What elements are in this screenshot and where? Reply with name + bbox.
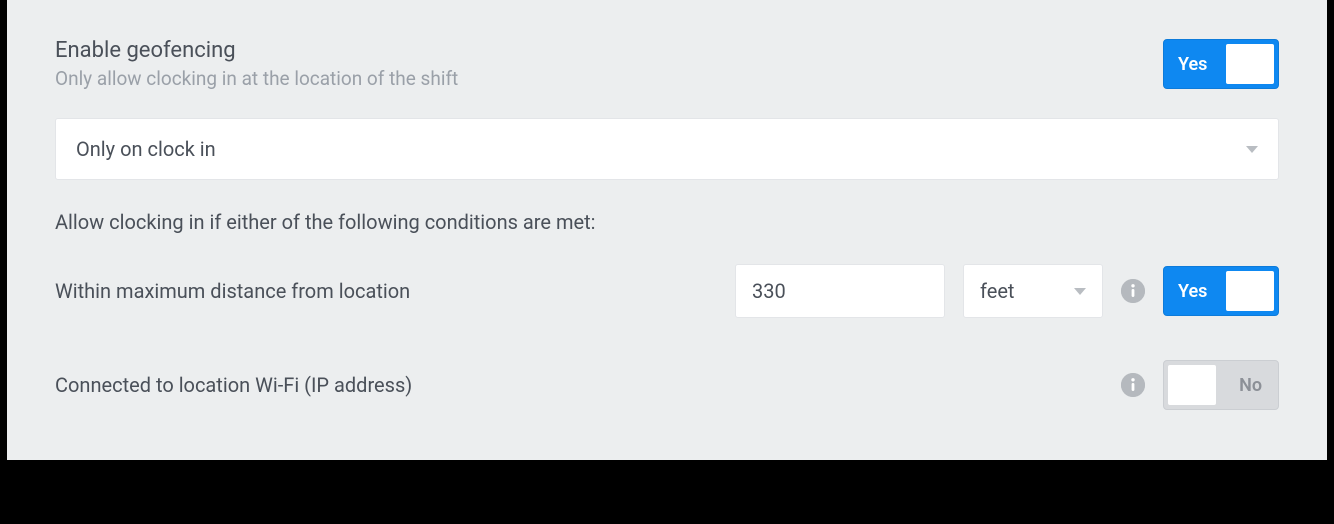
chevron-down-icon <box>1074 288 1086 295</box>
max-distance-row: Within maximum distance from location fe… <box>55 264 1279 318</box>
max-distance-input[interactable] <box>735 264 945 318</box>
info-icon[interactable] <box>1121 279 1145 303</box>
toggle-knob <box>1168 365 1216 405</box>
wifi-toggle[interactable]: No <box>1163 360 1279 410</box>
distance-unit-value: feet <box>980 279 1014 303</box>
enable-geofencing-title: Enable geofencing <box>55 38 1163 63</box>
toggle-label: Yes <box>1164 281 1207 302</box>
toggle-label: Yes <box>1164 54 1207 75</box>
max-distance-controls: feet Yes <box>735 264 1279 318</box>
enable-geofencing-subtitle: Only allow clocking in at the location o… <box>55 67 1163 90</box>
max-distance-label: Within maximum distance from location <box>55 279 735 303</box>
wifi-controls: No <box>1121 360 1279 410</box>
toggle-knob <box>1226 271 1274 311</box>
info-icon[interactable] <box>1121 373 1145 397</box>
enable-geofencing-toggle[interactable]: Yes <box>1163 39 1279 89</box>
enable-geofencing-row: Enable geofencing Only allow clocking in… <box>55 38 1279 90</box>
enable-geofencing-text: Enable geofencing Only allow clocking in… <box>55 38 1163 90</box>
wifi-label: Connected to location Wi-Fi (IP address) <box>55 373 1121 397</box>
max-distance-toggle[interactable]: Yes <box>1163 266 1279 316</box>
distance-unit-select[interactable]: feet <box>963 264 1103 318</box>
geofencing-mode-value: Only on clock in <box>76 137 216 161</box>
chevron-down-icon <box>1246 146 1258 153</box>
wifi-row: Connected to location Wi-Fi (IP address)… <box>55 360 1279 410</box>
geofencing-mode-select[interactable]: Only on clock in <box>55 118 1279 180</box>
geofencing-settings-panel: Enable geofencing Only allow clocking in… <box>7 0 1327 460</box>
conditions-label: Allow clocking in if either of the follo… <box>55 210 1279 234</box>
toggle-knob <box>1226 44 1274 84</box>
toggle-label: No <box>1239 375 1278 396</box>
